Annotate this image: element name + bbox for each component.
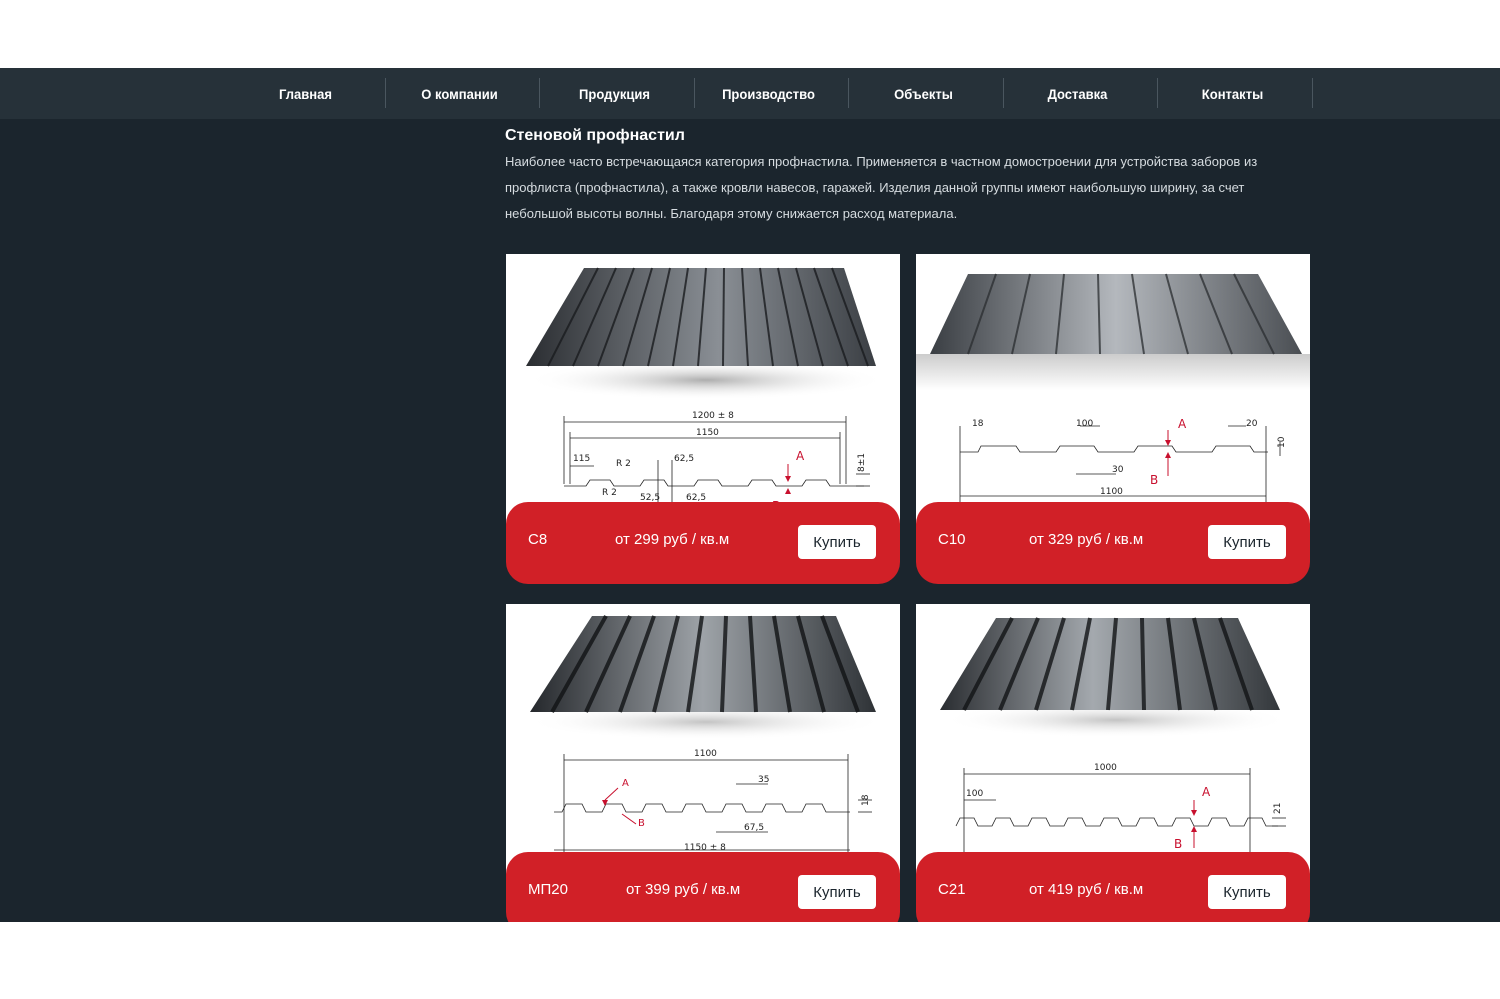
product-image[interactable]: 18 100 20 10 30 1100 1150 ± 8 A B bbox=[916, 254, 1310, 524]
profile-sheet-illustration: 1000 100 21 1050 ± 8 A B bbox=[940, 617, 1291, 863]
nav-item-contacts[interactable]: Контакты bbox=[1160, 68, 1304, 119]
section-title: Стеновой профнастил bbox=[505, 127, 685, 144]
nav-divider bbox=[1312, 78, 1313, 108]
svg-text:1100: 1100 bbox=[694, 749, 717, 759]
product-card-mp20: 1100 35 18 67,5 1150 ± 8 A B МП20 от 399… bbox=[506, 604, 900, 922]
product-price-bar: МП20 от 399 руб / кв.м Купить bbox=[506, 852, 900, 922]
svg-text:B: B bbox=[1174, 837, 1182, 851]
svg-text:B: B bbox=[638, 818, 645, 829]
svg-text:R 2: R 2 bbox=[602, 488, 617, 498]
nav-divider bbox=[694, 78, 695, 108]
product-image[interactable]: 1200 ± 8 1150 115 R 2 62,5 R 2 52,5 62,5… bbox=[506, 254, 900, 524]
product-card-c8: 1200 ± 8 1150 115 R 2 62,5 R 2 52,5 62,5… bbox=[506, 254, 900, 584]
svg-text:B: B bbox=[1150, 473, 1158, 487]
nav-divider bbox=[1003, 78, 1004, 108]
product-card-c21: 1000 100 21 1050 ± 8 A B С21 от 419 руб … bbox=[916, 604, 1310, 922]
buy-button[interactable]: Купить bbox=[1208, 525, 1286, 559]
product-card-c10: 18 100 20 10 30 1100 1150 ± 8 A B bbox=[916, 254, 1310, 584]
svg-text:100: 100 bbox=[966, 789, 983, 799]
svg-text:18: 18 bbox=[972, 419, 984, 429]
svg-text:1000: 1000 bbox=[1094, 763, 1117, 773]
svg-text:21: 21 bbox=[1273, 803, 1283, 814]
nav-divider bbox=[539, 78, 540, 108]
product-price: от 299 руб / кв.м bbox=[615, 531, 730, 548]
main-navigation: Главная О компании Продукция Производств… bbox=[0, 68, 1500, 119]
nav-divider bbox=[1157, 78, 1158, 108]
buy-button[interactable]: Купить bbox=[798, 875, 876, 909]
svg-text:100: 100 bbox=[1076, 419, 1093, 429]
product-name: МП20 bbox=[528, 881, 568, 898]
product-name: С21 bbox=[938, 881, 966, 898]
product-price: от 329 руб / кв.м bbox=[1029, 531, 1144, 548]
product-image[interactable]: 1100 35 18 67,5 1150 ± 8 A B bbox=[506, 604, 900, 874]
product-price-bar: С10 от 329 руб / кв.м Купить bbox=[916, 502, 1310, 584]
svg-text:A: A bbox=[1178, 417, 1187, 431]
product-price-bar: С21 от 419 руб / кв.м Купить bbox=[916, 852, 1310, 922]
nav-divider bbox=[848, 78, 849, 108]
nav-divider bbox=[385, 78, 386, 108]
buy-button[interactable]: Купить bbox=[798, 525, 876, 559]
svg-text:8±1: 8±1 bbox=[857, 453, 867, 472]
page-body: Главная О компании Продукция Производств… bbox=[0, 68, 1500, 922]
section-description: Наиболее часто встречающаяся категория п… bbox=[505, 154, 1258, 221]
buy-button[interactable]: Купить bbox=[1208, 875, 1286, 909]
svg-text:30: 30 bbox=[1112, 465, 1124, 475]
svg-text:20: 20 bbox=[1246, 419, 1258, 429]
product-price-bar: С8 от 299 руб / кв.м Купить bbox=[506, 502, 900, 584]
nav-item-products[interactable]: Продукция bbox=[542, 68, 686, 119]
svg-text:1200 ± 8: 1200 ± 8 bbox=[692, 411, 734, 421]
svg-text:35: 35 bbox=[758, 775, 769, 785]
product-image[interactable]: 1000 100 21 1050 ± 8 A B bbox=[916, 604, 1310, 874]
product-name: С10 bbox=[938, 531, 966, 548]
product-price: от 419 руб / кв.м bbox=[1029, 881, 1144, 898]
svg-text:62,5: 62,5 bbox=[674, 454, 694, 464]
nav-item-about[interactable]: О компании bbox=[387, 68, 531, 119]
profile-sheet-illustration: 1200 ± 8 1150 115 R 2 62,5 R 2 52,5 62,5… bbox=[526, 267, 886, 513]
profile-sheet-illustration: 1100 35 18 67,5 1150 ± 8 A B bbox=[526, 615, 886, 854]
profile-sheet-illustration: 18 100 20 10 30 1100 1150 ± 8 A B bbox=[916, 273, 1310, 513]
svg-text:A: A bbox=[622, 778, 629, 789]
svg-text:67,5: 67,5 bbox=[744, 823, 764, 833]
svg-text:115: 115 bbox=[573, 454, 590, 464]
product-name: С8 bbox=[528, 531, 548, 548]
nav-item-home[interactable]: Главная bbox=[233, 68, 377, 119]
svg-text:18: 18 bbox=[861, 794, 871, 806]
svg-text:1100: 1100 bbox=[1100, 487, 1123, 497]
nav-item-objects[interactable]: Объекты bbox=[851, 68, 995, 119]
svg-text:10: 10 bbox=[1277, 436, 1287, 448]
svg-text:1150: 1150 bbox=[696, 428, 719, 438]
svg-text:R 2: R 2 bbox=[616, 459, 631, 469]
nav-item-delivery[interactable]: Доставка bbox=[1005, 68, 1149, 119]
product-price: от 399 руб / кв.м bbox=[626, 881, 741, 898]
svg-text:A: A bbox=[1202, 785, 1211, 799]
svg-text:A: A bbox=[796, 449, 805, 463]
nav-item-production[interactable]: Производство bbox=[696, 68, 840, 119]
